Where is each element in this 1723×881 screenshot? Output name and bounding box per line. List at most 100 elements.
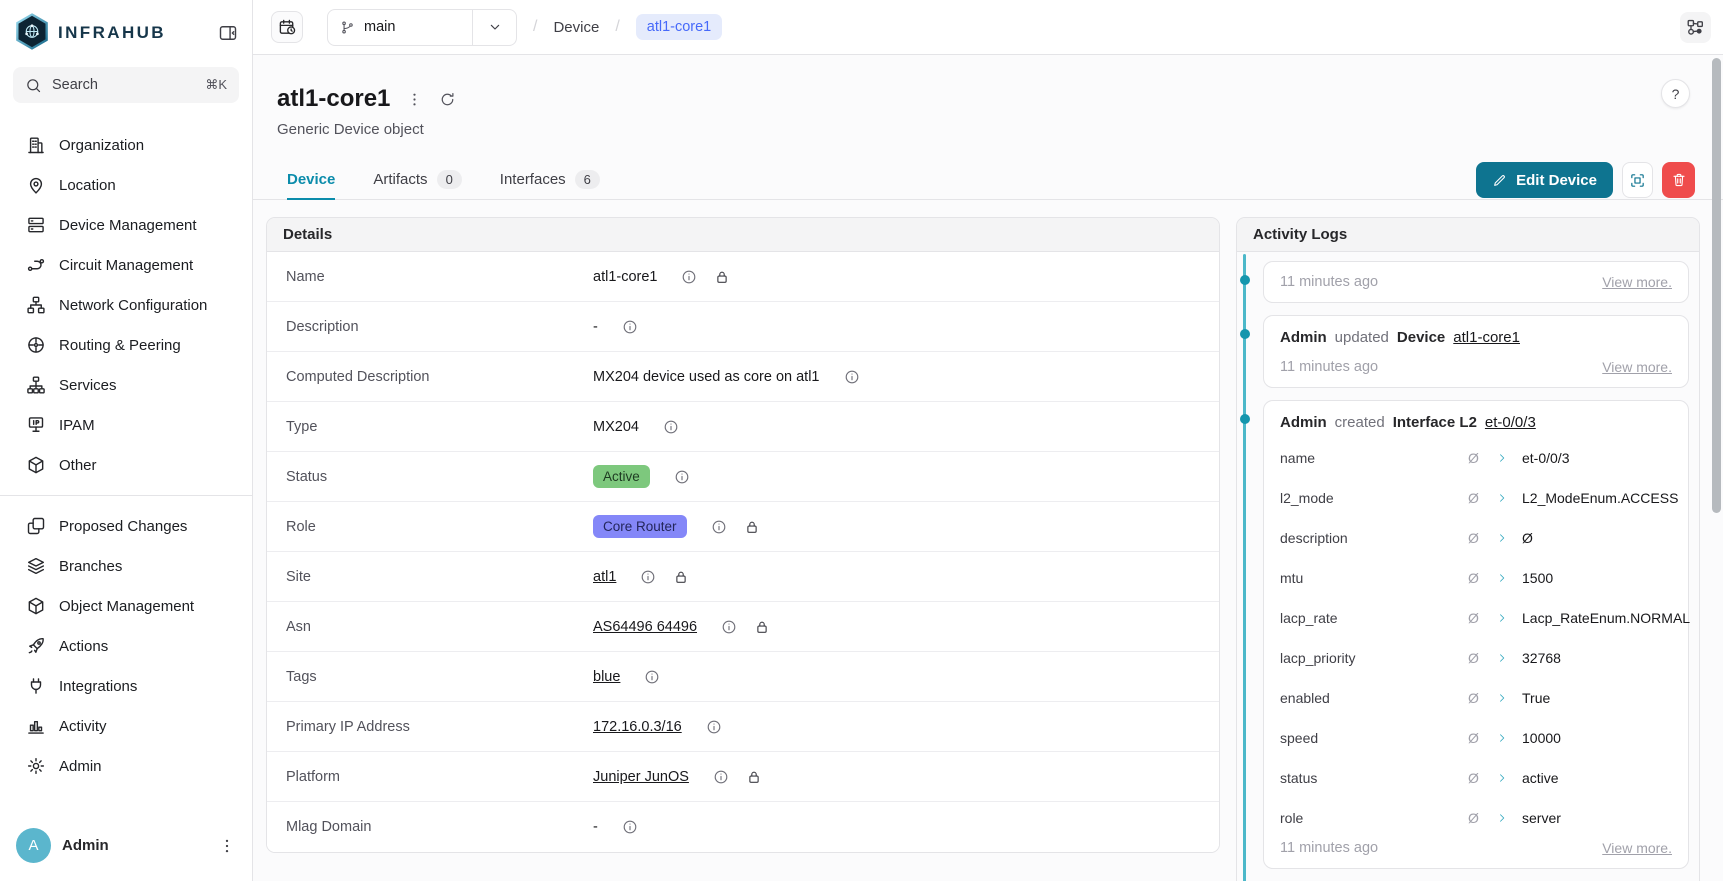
info-icon[interactable] — [706, 719, 722, 735]
property-value: et-0/0/3 — [1522, 450, 1672, 466]
detail-value-link[interactable]: atl1 — [593, 569, 616, 585]
pencil-icon — [1492, 173, 1507, 188]
detail-value-link[interactable]: Juniper JunOS — [593, 769, 689, 785]
logo-row: INFRAHUB — [0, 0, 252, 59]
edit-device-button[interactable]: Edit Device — [1476, 162, 1613, 198]
info-icon[interactable] — [681, 269, 697, 285]
user-menu-button[interactable] — [218, 837, 236, 855]
avatar: A — [16, 828, 51, 863]
sidebar-item-actions[interactable]: Actions — [0, 626, 252, 666]
sidebar-item-other[interactable]: Other — [0, 445, 252, 485]
info-icon[interactable] — [674, 469, 690, 485]
branch-selector[interactable]: main — [327, 9, 517, 46]
empty-set-icon: Ø — [1468, 570, 1496, 586]
chevron-right-icon[interactable] — [1496, 492, 1522, 504]
scrollbar[interactable] — [1712, 58, 1721, 513]
delete-button[interactable] — [1662, 162, 1695, 198]
detail-row-computed-description: Computed DescriptionMX204 device used as… — [267, 352, 1219, 402]
info-icon[interactable] — [844, 369, 860, 385]
chevron-right-icon[interactable] — [1496, 772, 1522, 784]
info-icon[interactable] — [622, 319, 638, 335]
chevron-right-icon[interactable] — [1496, 812, 1522, 824]
tab-artifacts[interactable]: Artifacts0 — [373, 160, 461, 199]
detail-value-link[interactable]: 172.16.0.3/16 — [593, 719, 682, 735]
sidebar-item-network-configuration[interactable]: Network Configuration — [0, 285, 252, 325]
sidebar-item-circuit-management[interactable]: Circuit Management — [0, 245, 252, 285]
sidebar-item-object-management[interactable]: Object Management — [0, 586, 252, 626]
chevron-right-icon[interactable] — [1496, 652, 1522, 664]
chevron-right-icon[interactable] — [1496, 732, 1522, 744]
services-icon — [26, 375, 46, 395]
routing-peering-icon — [26, 335, 46, 355]
sidebar-item-organization[interactable]: Organization — [0, 125, 252, 165]
activity-card: 11 minutes ago View more. — [1263, 261, 1689, 303]
sidebar-item-activity[interactable]: Activity — [0, 706, 252, 746]
info-icon[interactable] — [711, 519, 727, 535]
chevron-right-icon[interactable] — [1496, 692, 1522, 704]
chevron-right-icon[interactable] — [1496, 612, 1522, 624]
property-row-status: status Ø active — [1280, 758, 1672, 798]
collapse-sidebar-button[interactable] — [218, 23, 238, 43]
sidebar-item-routing-peering[interactable]: Routing & Peering — [0, 325, 252, 365]
detail-row-type: TypeMX204 — [267, 402, 1219, 452]
info-icon[interactable] — [644, 669, 660, 685]
chevron-right-icon[interactable] — [1496, 532, 1522, 544]
detail-row-name: Nameatl1-core1 — [267, 252, 1219, 302]
sidebar-item-label: Integrations — [59, 678, 137, 695]
search-shortcut: ⌘K — [205, 77, 227, 93]
tab-count-badge: 0 — [437, 170, 462, 189]
schema-button[interactable] — [1680, 12, 1711, 43]
activity-object-link[interactable]: atl1-core1 — [1453, 329, 1520, 346]
chevron-right-icon[interactable] — [1496, 572, 1522, 584]
view-more-link[interactable]: View more. — [1602, 840, 1672, 856]
tab-device[interactable]: Device — [287, 160, 335, 199]
sidebar-item-branches[interactable]: Branches — [0, 546, 252, 586]
info-icon[interactable] — [622, 819, 638, 835]
detail-label: Description — [286, 319, 593, 335]
sidebar-item-integrations[interactable]: Integrations — [0, 666, 252, 706]
breadcrumb-current: atl1-core1 — [636, 14, 722, 40]
view-more-link[interactable]: View more. — [1602, 274, 1672, 290]
detail-value-link[interactable]: AS64496 64496 — [593, 619, 697, 635]
info-icon[interactable] — [663, 419, 679, 435]
empty-set-icon: Ø — [1468, 770, 1496, 786]
toolbar: Edit Device — [1476, 161, 1695, 199]
sidebar-nav: Organization LocationDevice ManagementCir… — [0, 117, 252, 816]
page-subtitle: Generic Device object — [277, 121, 1723, 138]
sidebar-item-services[interactable]: Services — [0, 365, 252, 405]
circuit-management-icon — [26, 255, 46, 275]
title-menu-button[interactable] — [406, 91, 423, 108]
view-more-link[interactable]: View more. — [1602, 359, 1672, 375]
breadcrumb-device[interactable]: Device — [553, 19, 599, 36]
detail-value-link[interactable]: blue — [593, 669, 620, 685]
info-icon[interactable] — [721, 619, 737, 635]
property-value: L2_ModeEnum.ACCESS — [1522, 490, 1672, 506]
sidebar-item-label: Network Configuration — [59, 297, 207, 314]
refresh-button[interactable] — [439, 91, 456, 108]
sidebar-item-ipam[interactable]: IPAM — [0, 405, 252, 445]
search-input[interactable]: Search ⌘K — [13, 67, 239, 103]
detail-label: Name — [286, 269, 593, 285]
info-icon[interactable] — [713, 769, 729, 785]
sidebar-item-admin[interactable]: Admin — [0, 746, 252, 786]
sidebar-item-label: Organization — [59, 137, 144, 154]
detail-row-site: Siteatl1 — [267, 552, 1219, 602]
manage-groups-button[interactable] — [1622, 162, 1653, 198]
help-button[interactable]: ? — [1661, 79, 1690, 108]
property-value: 1500 — [1522, 570, 1672, 586]
info-icon[interactable] — [640, 569, 656, 585]
sidebar-item-proposed-changes[interactable]: Proposed Changes — [0, 506, 252, 546]
tab-interfaces[interactable]: Interfaces6 — [500, 160, 600, 199]
organization-icon — [26, 135, 46, 155]
time-travel-button[interactable] — [271, 11, 303, 43]
chevron-right-icon[interactable] — [1496, 452, 1522, 464]
sidebar-item-location[interactable]: Location — [0, 165, 252, 205]
title-block: atl1-core1 Generic Device object — [253, 55, 1723, 138]
sidebar: INFRAHUB Search ⌘K Organization LocationD… — [0, 0, 253, 881]
actions-icon — [26, 636, 46, 656]
property-key: speed — [1280, 730, 1468, 746]
sidebar-item-label: Branches — [59, 558, 122, 575]
detail-row-role: RoleCore Router — [267, 502, 1219, 552]
sidebar-item-device-management[interactable]: Device Management — [0, 205, 252, 245]
activity-object-link[interactable]: et-0/0/3 — [1485, 414, 1536, 431]
